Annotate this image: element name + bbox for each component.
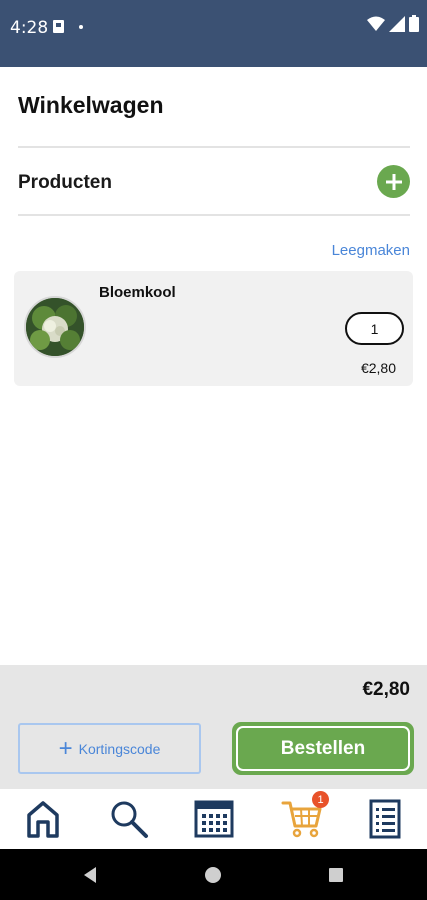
search-icon bbox=[111, 801, 148, 838]
product-price: €2,80 bbox=[360, 360, 396, 376]
discount-code-button[interactable]: + Kortingscode bbox=[18, 723, 201, 774]
status-bar: 4:28 bbox=[0, 0, 427, 67]
cart-badge: 1 bbox=[312, 791, 329, 808]
sim-icon bbox=[53, 20, 64, 33]
plus-icon: + bbox=[58, 734, 73, 762]
plus-icon bbox=[385, 173, 402, 190]
product-name: Bloemkool bbox=[99, 284, 176, 301]
home-icon bbox=[27, 801, 59, 838]
add-product-button[interactable] bbox=[377, 165, 410, 198]
divider bbox=[18, 146, 410, 148]
recents-icon bbox=[329, 868, 343, 882]
order-button[interactable]: Bestellen bbox=[232, 722, 414, 775]
wifi-icon bbox=[367, 16, 385, 31]
nav-home[interactable] bbox=[18, 795, 68, 843]
quantity-input[interactable]: 1 bbox=[345, 312, 404, 345]
product-image bbox=[24, 296, 86, 358]
quantity-value: 1 bbox=[370, 320, 379, 337]
signal-icon bbox=[389, 15, 405, 32]
back-button[interactable] bbox=[78, 863, 102, 887]
system-nav-bar bbox=[0, 849, 427, 900]
nav-orders[interactable] bbox=[360, 795, 410, 843]
bottom-nav: 1 bbox=[0, 789, 427, 849]
status-icons bbox=[367, 15, 419, 32]
circle-home-icon bbox=[205, 867, 221, 883]
status-time: 4:28 bbox=[10, 18, 49, 38]
home-system-button[interactable] bbox=[201, 863, 225, 887]
discount-code-label: Kortingscode bbox=[78, 740, 161, 757]
section-title-products: Producten bbox=[18, 172, 112, 193]
notification-dot-icon bbox=[79, 25, 83, 29]
nav-search[interactable] bbox=[104, 795, 154, 843]
order-list-icon bbox=[369, 799, 401, 839]
calendar-icon bbox=[194, 800, 234, 838]
checkout-panel: €2,80 + Kortingscode Bestellen bbox=[0, 665, 427, 789]
recents-button[interactable] bbox=[324, 863, 348, 887]
divider bbox=[18, 214, 410, 216]
page-title: Winkelwagen bbox=[18, 92, 164, 118]
battery-icon bbox=[409, 15, 419, 32]
clear-cart-link[interactable]: Leegmaken bbox=[332, 242, 410, 259]
total-price: €2,80 bbox=[362, 679, 410, 700]
nav-calendar[interactable] bbox=[189, 795, 239, 843]
back-icon bbox=[84, 867, 96, 883]
order-button-label: Bestellen bbox=[280, 737, 366, 759]
cart-item-card: Bloemkool 1 €2,80 bbox=[14, 271, 413, 386]
